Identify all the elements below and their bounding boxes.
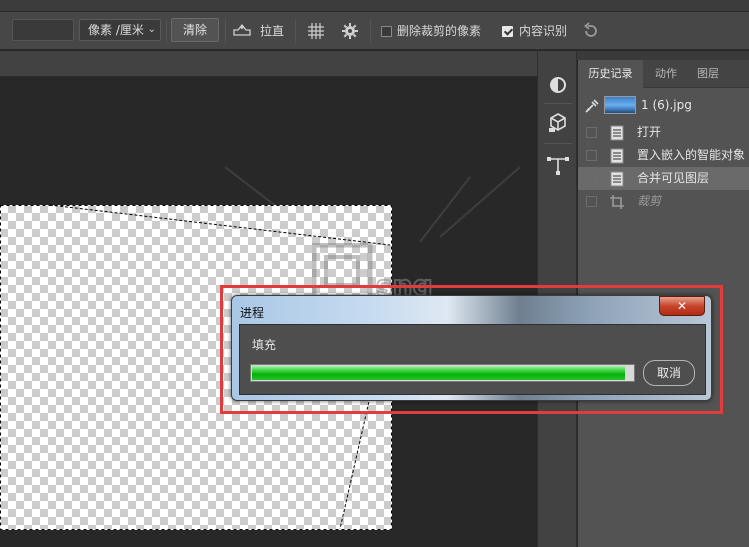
document-tab-strip [0,51,537,77]
history-source-checkbox[interactable] [586,196,597,207]
crop-icon [610,195,624,209]
document-icon [610,125,624,141]
history-source-checkbox[interactable] [586,127,597,138]
adjustments-icon[interactable] [546,73,570,97]
content-aware-label[interactable]: 内容识别 [519,24,567,38]
clear-button[interactable]: 清除 [171,18,219,42]
progress-bar [250,364,635,382]
divider [544,103,572,104]
cancel-button[interactable]: 取消 [643,360,695,386]
unit-select-value: 像素 /厘米 [88,23,144,37]
history-item-crop[interactable]: 裁剪 [578,190,749,213]
history-brush-icon[interactable] [584,98,600,114]
close-icon: ✕ [676,299,688,313]
chevron-down-icon: ⌄ [147,24,156,35]
reset-icon[interactable] [582,22,604,44]
ratio-input[interactable] [12,19,74,41]
document-icon [610,148,624,164]
close-button[interactable]: ✕ [659,296,705,316]
history-item-label: 合并可见图层 [637,171,710,185]
tab-actions[interactable]: 动作 [643,60,689,88]
progress-message: 填充 [252,338,277,352]
snapshot-thumbnail[interactable] [604,96,636,114]
dialog-title: 进程 [240,306,265,320]
straighten-label[interactable]: 拉直 [260,24,284,38]
history-source-checkbox[interactable] [586,150,597,161]
progress-fill [252,366,625,380]
delete-cropped-checkbox[interactable] [381,26,392,37]
tab-history[interactable]: 历史记录 [578,60,643,88]
history-item-open[interactable]: 打开 [578,121,749,144]
content-aware-checkbox[interactable] [502,26,513,37]
libraries-icon[interactable] [546,111,570,135]
tab-layers[interactable]: 图层 [689,60,727,88]
history-item-merge-visible[interactable]: 合并可见图层 [578,167,749,190]
paths-icon[interactable] [546,153,570,177]
options-bar: 像素 /厘米 ⌄ 清除 拉直 删除裁剪的像素 内容识别 [0,12,749,50]
history-source-checkbox[interactable] [586,173,597,184]
grid-overlay-icon[interactable] [306,21,328,43]
snapshot-label[interactable]: 1 (6).jpg [641,98,692,112]
straighten-icon[interactable] [232,21,254,43]
dialog-body: 填充 取消 [239,324,706,395]
progress-dialog: 进程 ✕ 填充 取消 [231,295,712,401]
divider [166,19,167,43]
panel-tabs: 历史记录 动作 图层 [578,60,749,88]
divider [295,19,296,43]
menu-bar [0,0,749,12]
history-item-place-embedded[interactable]: 置入嵌入的智能对象 [578,144,749,167]
history-item-label: 置入嵌入的智能对象 [637,148,746,162]
divider [544,143,572,144]
document-icon [610,171,624,187]
divider [370,19,371,43]
divider [225,19,226,43]
history-item-label: 打开 [637,125,662,139]
unit-select[interactable]: 像素 /厘米 ⌄ [79,19,161,41]
gear-icon[interactable] [341,22,363,44]
delete-cropped-label[interactable]: 删除裁剪的像素 [397,24,481,38]
history-item-label: 裁剪 [637,194,662,208]
